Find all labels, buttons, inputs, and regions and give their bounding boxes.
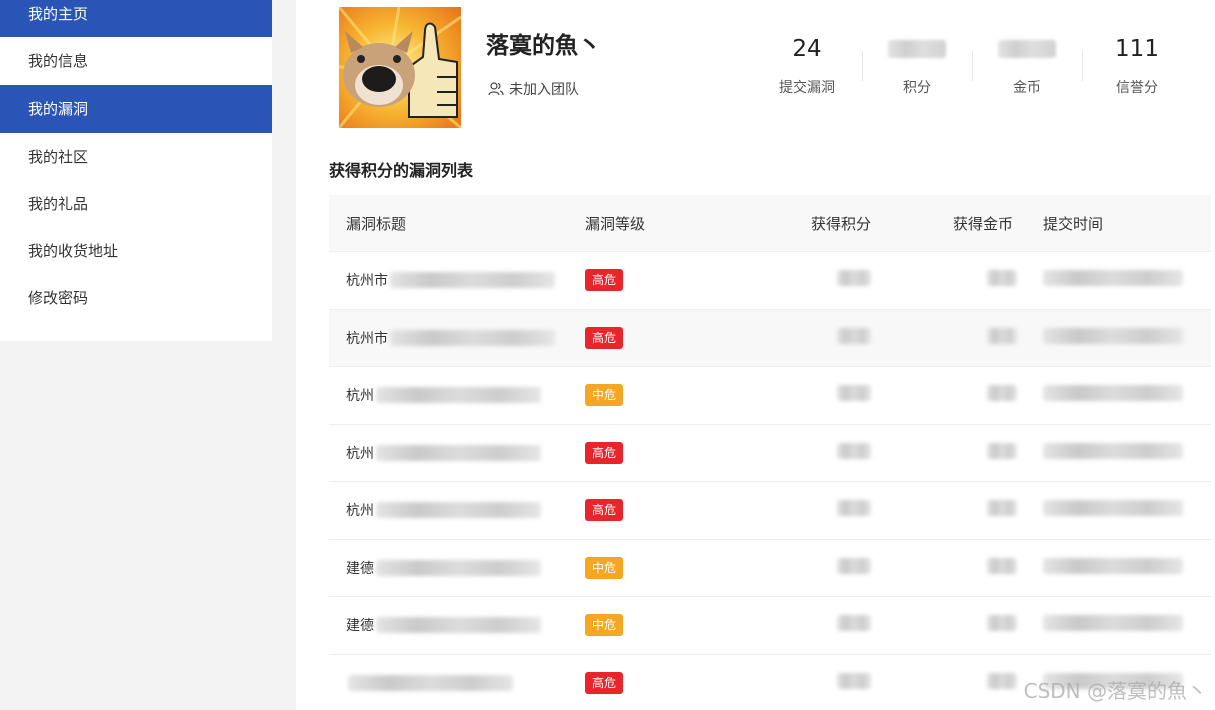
points-redacted — [837, 270, 871, 287]
points-redacted — [837, 500, 871, 517]
avatar — [339, 7, 461, 128]
table-row[interactable]: 建德 中危 — [329, 597, 1211, 655]
table-row[interactable]: 杭州市 高危 — [329, 252, 1211, 310]
stat-reputation[interactable]: 111 信誉分 — [1082, 33, 1192, 103]
coins-redacted — [987, 385, 1017, 402]
stat-label: 积分 — [903, 80, 931, 96]
sidebar-item-password[interactable]: 修改密码 — [0, 274, 272, 321]
header-points: 获得积分 — [810, 214, 871, 233]
table-row[interactable]: 杭州市 高危 — [329, 309, 1211, 367]
level-badge: 高危 — [585, 499, 624, 522]
coins-redacted — [987, 327, 1017, 344]
vuln-title[interactable]: 杭州市 — [329, 270, 569, 290]
points-redacted — [837, 615, 871, 632]
level-badge: 中危 — [585, 556, 624, 579]
watermark: CSDN @落寞的魚丶 — [1023, 679, 1207, 703]
stat-value-redacted — [862, 33, 972, 65]
stat-points[interactable]: 积分 — [862, 33, 972, 103]
table-row[interactable]: 杭州 高危 — [329, 482, 1211, 540]
section-title: 获得积分的漏洞列表 — [329, 161, 474, 180]
sidebar-item-home[interactable]: 我的主页 — [0, 0, 272, 37]
vuln-title[interactable]: 杭州 — [329, 385, 569, 405]
time-redacted — [1043, 270, 1183, 287]
time-redacted — [1043, 385, 1183, 402]
users-icon — [488, 82, 504, 96]
points-redacted — [837, 672, 871, 689]
table-row[interactable]: 建德 中危 — [329, 540, 1211, 597]
header-time: 提交时间 — [1043, 214, 1104, 233]
sidebar-item-vulnerabilities[interactable]: 我的漏洞 — [0, 85, 272, 133]
points-redacted — [837, 385, 871, 402]
team-status[interactable]: 未加入团队 — [488, 79, 579, 99]
level-badge: 高危 — [585, 441, 624, 464]
level-badge: 中危 — [585, 614, 624, 637]
table-row[interactable]: 杭州 高危 — [329, 425, 1211, 482]
time-redacted — [1043, 500, 1183, 517]
sidebar-item-gifts[interactable]: 我的礼品 — [0, 180, 272, 227]
stat-label: 提交漏洞 — [779, 80, 835, 96]
coins-redacted — [987, 442, 1017, 459]
points-redacted — [837, 557, 871, 574]
team-label: 未加入团队 — [509, 82, 579, 98]
points-redacted — [837, 327, 871, 344]
stat-value-redacted — [972, 33, 1082, 65]
level-badge: 中危 — [585, 384, 624, 407]
points-redacted — [837, 442, 871, 459]
stat-value: 24 — [792, 36, 822, 62]
stat-label: 金币 — [1013, 80, 1041, 96]
stat-submitted[interactable]: 24 提交漏洞 — [752, 33, 862, 103]
main-panel: 落寞的魚丶 未加入团队 24 提交漏洞 积分 金币 111 信誉分 获得积分的漏… — [296, 0, 1215, 710]
time-redacted — [1043, 557, 1183, 574]
header-level: 漏洞等级 — [585, 214, 646, 233]
sidebar-item-community[interactable]: 我的社区 — [0, 133, 272, 180]
vuln-title[interactable] — [329, 674, 569, 691]
stats-bar: 24 提交漏洞 积分 金币 111 信誉分 — [752, 33, 1192, 103]
coins-redacted — [987, 557, 1017, 574]
sidebar-item-address[interactable]: 我的收货地址 — [0, 227, 272, 274]
vuln-title[interactable]: 杭州 — [329, 443, 569, 463]
header-title: 漏洞标题 — [346, 214, 407, 233]
username: 落寞的魚丶 — [486, 33, 601, 59]
table-header: 漏洞标题 漏洞等级 获得积分 获得金币 提交时间 — [329, 195, 1211, 252]
stat-coins[interactable]: 金币 — [972, 33, 1082, 103]
sidebar-item-info[interactable]: 我的信息 — [0, 37, 272, 85]
coins-redacted — [987, 672, 1017, 689]
vuln-title[interactable]: 建德 — [329, 615, 569, 635]
coins-redacted — [987, 615, 1017, 632]
sidebar: 我的主页 我的信息 我的漏洞 我的社区 我的礼品 我的收货地址 修改密码 — [0, 0, 272, 341]
time-redacted — [1043, 615, 1183, 632]
vuln-title[interactable]: 杭州市 — [329, 328, 569, 348]
stat-label: 信誉分 — [1116, 80, 1158, 96]
vulnerability-table: 漏洞标题 漏洞等级 获得积分 获得金币 提交时间 杭州市 高危 杭州市 高危 杭… — [329, 195, 1211, 710]
level-badge: 高危 — [585, 671, 624, 694]
level-badge: 高危 — [585, 269, 624, 292]
coins-redacted — [987, 500, 1017, 517]
time-redacted — [1043, 442, 1183, 459]
vuln-title[interactable]: 杭州 — [329, 500, 569, 520]
header-coins: 获得金币 — [952, 214, 1013, 233]
time-redacted — [1043, 327, 1183, 344]
vuln-title[interactable]: 建德 — [329, 558, 569, 578]
level-badge: 高危 — [585, 326, 624, 349]
stat-value: 111 — [1115, 36, 1159, 62]
table-row[interactable]: 杭州 中危 — [329, 367, 1211, 425]
coins-redacted — [987, 270, 1017, 287]
